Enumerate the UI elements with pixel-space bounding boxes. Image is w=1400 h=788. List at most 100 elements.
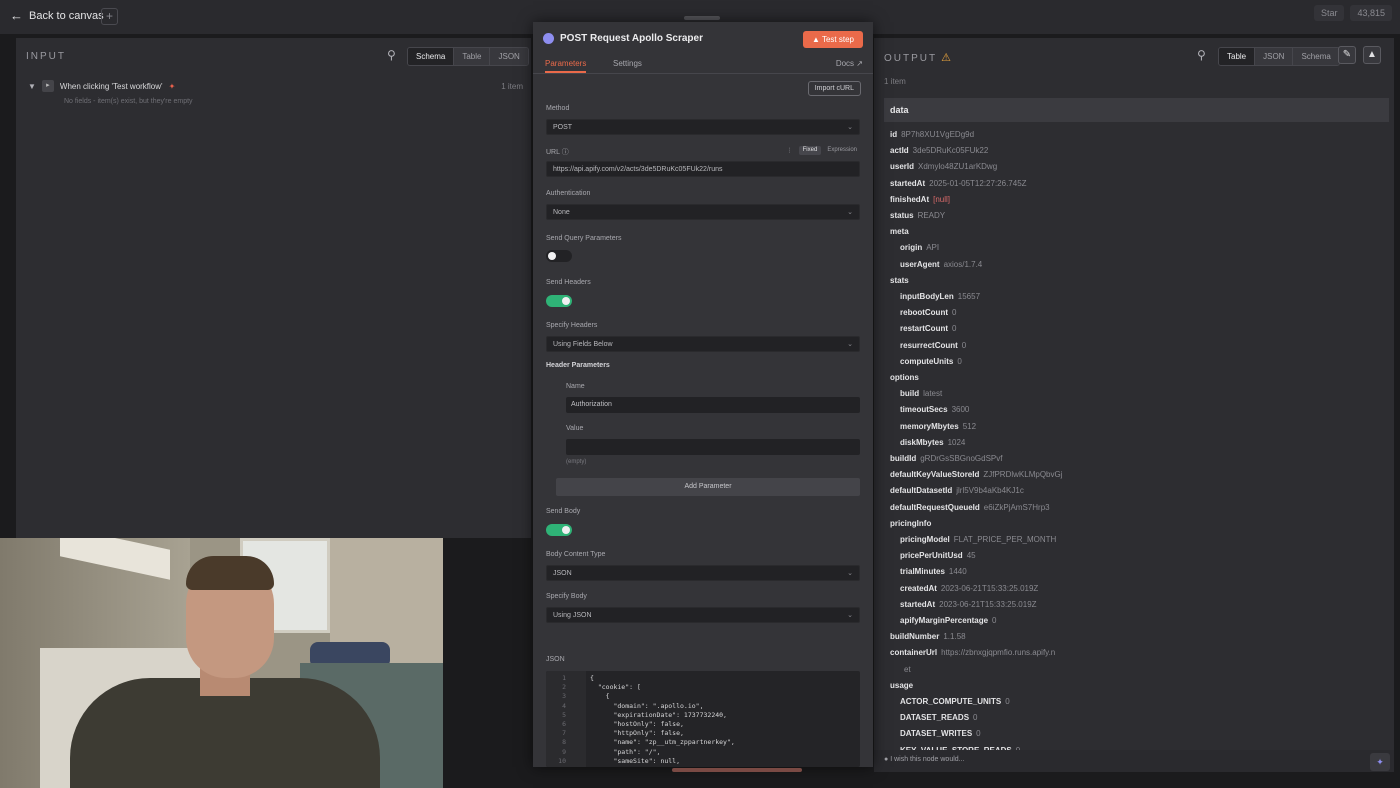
send-body-toggle[interactable] [546, 524, 572, 536]
authentication-select[interactable]: None ⌄ [546, 204, 860, 220]
output-row[interactable]: defaultKeyValueStoreId ZJfPRDlwKLMpQbvGj [890, 470, 1062, 479]
output-key: apifyMarginPercentage [900, 616, 989, 625]
header-name-input[interactable]: Authorization [566, 397, 860, 413]
output-row[interactable]: resurrectCount 0 [900, 341, 966, 350]
output-row[interactable]: pricePerUnitUsd 45 [900, 551, 976, 560]
tab-table[interactable]: Table [454, 48, 491, 65]
output-value: 2023-06-21T15:33:25.019Z [940, 583, 1039, 593]
output-row[interactable]: buildNumber 1.1.58 [890, 632, 966, 641]
output-row[interactable]: computeUnits 0 [900, 357, 962, 366]
specify-body-select[interactable]: Using JSON ⌄ [546, 607, 860, 623]
import-curl-button[interactable]: Import cURL [807, 81, 861, 96]
output-row[interactable]: buildId gRDrGsSBGnoGdSPvf [890, 454, 1002, 463]
search-icon[interactable]: ⚲ [1197, 48, 1211, 62]
output-key: memoryMbytes [900, 421, 959, 431]
output-row[interactable]: DATASET_READS 0 [900, 713, 978, 722]
output-row[interactable]: pricingInfo [890, 519, 931, 528]
json-code-editor[interactable]: 1 {2 "cookie": [3 {4 "domain": ".apollo.i… [546, 671, 860, 767]
output-value: 0 [952, 308, 957, 318]
output-key: rebootCount [900, 308, 948, 318]
method-select[interactable]: POST ⌄ [546, 119, 860, 135]
output-row[interactable]: status READY [890, 211, 945, 220]
header-value-empty-note: (empty) [566, 459, 587, 465]
output-row[interactable]: stats [890, 276, 909, 285]
docs-link[interactable]: Docs ↗ [836, 59, 863, 68]
body-content-type-select[interactable]: JSON ⌄ [546, 565, 860, 581]
mode-fixed[interactable]: Fixed [798, 146, 822, 155]
node-title[interactable]: POST Request Apollo Scraper [560, 33, 703, 44]
output-title-label: OUTPUT [884, 53, 938, 64]
node-header: POST Request Apollo Scraper ▲ Test step [533, 22, 873, 54]
output-row[interactable]: createdAt 2023-06-21T15:33:25.019Z [900, 584, 1038, 593]
output-row[interactable]: pricingModel FLAT_PRICE_PER_MONTH [900, 535, 1056, 544]
output-row[interactable]: apifyMarginPercentage 0 [900, 616, 996, 625]
toggle-knob [548, 252, 556, 260]
input-panel: INPUT ⚲ Schema Table JSON ▼ ▸ When click… [16, 38, 531, 538]
output-key: timeoutSecs [900, 405, 948, 415]
output-row[interactable]: id 8P7h8XU1VgEDg9d [890, 130, 974, 139]
tab-schema[interactable]: Schema [408, 48, 455, 65]
output-value: 2023-06-21T15:33:25.019Z [939, 599, 1037, 609]
input-view-tabs: Schema Table JSON [407, 47, 529, 66]
output-row[interactable]: options [890, 373, 919, 382]
output-key: diskMbytes [900, 437, 944, 447]
edit-output-button[interactable]: ✎ [1338, 46, 1356, 64]
trigger-node-icon: ▸ [41, 80, 54, 92]
output-row[interactable]: ACTOR_COMPUTE_UNITS 0 [900, 697, 1010, 706]
send-headers-toggle[interactable] [546, 295, 572, 307]
modal-scroll-indicator[interactable] [672, 768, 802, 772]
tab-json[interactable]: JSON [490, 48, 528, 65]
node-parameters: Import cURL Method POST ⌄ URL ⓘ ⋮ Fixed E… [533, 76, 873, 767]
chevron-down-icon: ⌄ [847, 612, 853, 619]
trigger-node-row[interactable]: ▼ ▸ When clicking 'Test workflow' ✦ 1 it… [28, 80, 523, 92]
output-row[interactable]: rebootCount 0 [900, 308, 956, 317]
output-row[interactable]: diskMbytes 1024 [900, 438, 965, 447]
output-row[interactable]: build latest [900, 389, 942, 398]
star-button[interactable]: Star [1313, 5, 1345, 21]
output-row[interactable]: containerUrl https://zbnxgjqpmfio.runs.ap… [890, 648, 1055, 657]
output-key: startedAt [890, 178, 926, 188]
output-row[interactable]: et [900, 665, 911, 674]
output-row[interactable]: defaultRequestQueueId e6iZkPjAmS7Hrp3 [890, 503, 1050, 512]
output-row[interactable]: DATASET_WRITES 0 [900, 729, 981, 738]
add-node-button[interactable]: + [101, 8, 118, 25]
output-value: jlrl5V9b4aKb4KJ1c [956, 486, 1024, 496]
test-step-button[interactable]: ▲ Test step [802, 31, 863, 48]
sparkle-icon: ✦ [1376, 757, 1384, 767]
output-row[interactable]: origin API [900, 243, 939, 252]
parameter-options-icon[interactable]: ⋮ [783, 146, 797, 155]
tab-json[interactable]: JSON [1255, 48, 1294, 65]
output-row[interactable]: actId 3de5DRuKc05FUk22 [890, 146, 988, 155]
output-row[interactable]: defaultDatasetId jlrl5V9b4aKb4KJ1c [890, 486, 1024, 495]
output-row[interactable]: usage [890, 681, 913, 690]
back-to-canvas-button[interactable]: ← Back to canvas [10, 8, 104, 23]
header-value-input[interactable] [566, 439, 860, 455]
tab-schema[interactable]: Schema [1293, 48, 1339, 65]
output-row[interactable]: timeoutSecs 3600 [900, 405, 969, 414]
url-input[interactable]: https://api.apify.com/v2/acts/3de5DRuKc0… [546, 161, 860, 177]
output-row[interactable]: restartCount 0 [900, 324, 956, 333]
output-row[interactable]: memoryMbytes 512 [900, 422, 976, 431]
output-row[interactable]: startedAt 2025-01-05T12:27:26.745Z [890, 179, 1027, 188]
chevron-down-icon[interactable]: ▼ [28, 82, 36, 91]
output-row[interactable]: finishedAt [null] [890, 195, 950, 204]
tab-table[interactable]: Table [1219, 48, 1256, 65]
search-icon[interactable]: ⚲ [387, 48, 401, 62]
output-row[interactable]: trialMinutes 1440 [900, 567, 967, 576]
feedback-prompt[interactable]: ● I wish this node would... [884, 756, 965, 763]
output-row[interactable]: startedAt 2023-06-21T15:33:25.019Z [900, 600, 1037, 609]
assistant-button[interactable]: ✦ [1370, 753, 1390, 771]
tab-parameters[interactable]: Parameters [545, 59, 587, 73]
output-row[interactable]: meta [890, 227, 909, 236]
specify-headers-select[interactable]: Using Fields Below ⌄ [546, 336, 860, 352]
output-row[interactable]: userAgent axios/1.7.4 [900, 260, 982, 269]
mode-expression[interactable]: Expression [823, 146, 861, 155]
output-key: trialMinutes [900, 567, 945, 577]
output-value: READY [917, 211, 946, 220]
send-query-toggle[interactable] [546, 250, 572, 262]
pin-data-button[interactable]: ▲ [1363, 46, 1381, 64]
tab-settings[interactable]: Settings [613, 59, 642, 68]
add-parameter-button[interactable]: Add Parameter [556, 478, 860, 496]
output-row[interactable]: userId Xdmylo48ZU1arKDwg [890, 162, 997, 171]
output-row[interactable]: inputBodyLen 15657 [900, 292, 980, 301]
